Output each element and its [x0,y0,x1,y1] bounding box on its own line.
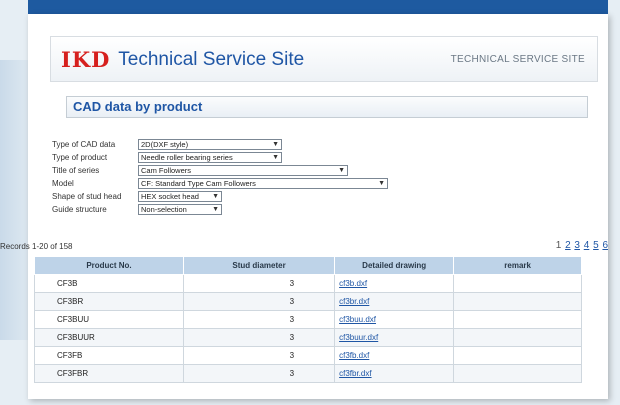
table-row: CF3BUUR 3 cf3buur.dxf [34,328,582,347]
drawing-link[interactable]: cf3br.dxf [339,297,369,306]
table-row: CF3B 3 cf3b.dxf [34,274,582,293]
stud-cell: 3 [182,274,336,293]
remark-cell [453,346,582,365]
column-header-drawing: Detailed drawing [334,256,455,275]
cad-type-select[interactable]: 2D(DXF style) ▼ [138,139,282,150]
drawing-cell: cf3fbr.dxf [334,364,455,383]
pagination: 1 2 3 4 5 6 [555,240,608,251]
records-count: Records 1-20 of 158 [0,242,73,251]
filter-row: Title of series Cam Followers ▼ [52,164,388,177]
product-cell: CF3FBR [34,364,184,383]
page-link[interactable]: 6 [602,240,608,251]
filter-label-model: Model [52,179,74,188]
filter-row: Model CF: Standard Type Cam Followers ▼ [52,177,388,190]
remark-cell [453,310,582,329]
drawing-link[interactable]: cf3fb.dxf [339,351,369,360]
page-link[interactable]: 2 [565,240,571,251]
series-select[interactable]: Cam Followers ▼ [138,165,348,176]
drawing-link[interactable]: cf3b.dxf [339,279,367,288]
chevron-down-icon: ▼ [212,206,219,213]
drawing-link[interactable]: cf3buur.dxf [339,333,378,342]
table-row: CF3BUU 3 cf3buu.dxf [34,310,582,329]
remark-cell [453,292,582,311]
select-value: Cam Followers [141,166,192,175]
stud-cell: 3 [182,310,336,329]
filter-form: Type of CAD data 2D(DXF style) ▼ Type of… [52,138,388,216]
chevron-down-icon: ▼ [272,154,279,161]
select-value: HEX socket head [141,192,199,201]
guide-structure-select[interactable]: Non-selection ▼ [138,204,222,215]
product-type-select[interactable]: Needle roller bearing series ▼ [138,152,282,163]
filter-label-product-type: Type of product [52,153,108,162]
product-cell: CF3BUU [34,310,184,329]
filter-row: Type of CAD data 2D(DXF style) ▼ [52,138,388,151]
header-tagline: TECHNICAL SERVICE SITE [450,54,585,65]
brand-logo: IKD [61,47,111,72]
select-value: Needle roller bearing series [141,153,233,162]
filter-label-stud-head: Shape of stud head [52,192,122,201]
table-row: CF3BR 3 cf3br.dxf [34,292,582,311]
filter-row: Type of product Needle roller bearing se… [52,151,388,164]
chevron-down-icon: ▼ [378,180,385,187]
chevron-down-icon: ▼ [212,193,219,200]
select-value: CF: Standard Type Cam Followers [141,179,256,188]
remark-cell [453,328,582,347]
table-header-row: Product No. Stud diameter Detailed drawi… [34,256,582,275]
select-value: Non-selection [141,205,187,214]
brand[interactable]: IKD Technical Service Site [61,47,304,72]
drawing-cell: cf3buu.dxf [334,310,455,329]
drawing-cell: cf3br.dxf [334,292,455,311]
product-table: Product No. Stud diameter Detailed drawi… [34,256,582,383]
stud-cell: 3 [182,328,336,347]
table-row: CF3FB 3 cf3fb.dxf [34,346,582,365]
remark-cell [453,364,582,383]
page-link[interactable]: 3 [574,240,580,251]
filter-label-cad-type: Type of CAD data [52,140,116,149]
table-row: CF3FBR 3 cf3fbr.dxf [34,364,582,383]
drawing-cell: cf3b.dxf [334,274,455,293]
remark-cell [453,274,582,293]
column-header-product: Product No. [34,256,184,275]
product-cell: CF3B [34,274,184,293]
page-link[interactable]: 5 [593,240,599,251]
site-title: Technical Service Site [118,48,305,70]
chevron-down-icon: ▼ [272,141,279,148]
stud-head-select[interactable]: HEX socket head ▼ [138,191,222,202]
page-link[interactable]: 4 [584,240,590,251]
filter-row: Shape of stud head HEX socket head ▼ [52,190,388,203]
product-cell: CF3BUUR [34,328,184,347]
top-bar [28,0,608,14]
stud-cell: 3 [182,292,336,311]
product-cell: CF3FB [34,346,184,365]
column-header-stud: Stud diameter [182,256,336,275]
page-current: 1 [555,240,562,251]
site-header: IKD Technical Service Site TECHNICAL SER… [50,36,598,82]
filter-label-series: Title of series [52,166,100,175]
stud-cell: 3 [182,346,336,365]
select-value: 2D(DXF style) [141,140,189,149]
section-title: CAD data by product [66,96,588,118]
drawing-cell: cf3buur.dxf [334,328,455,347]
filter-label-guide: Guide structure [52,205,107,214]
chevron-down-icon: ▼ [338,167,345,174]
product-cell: CF3BR [34,292,184,311]
column-header-remark: remark [453,256,582,275]
stud-cell: 3 [182,364,336,383]
model-select[interactable]: CF: Standard Type Cam Followers ▼ [138,178,388,189]
drawing-link[interactable]: cf3fbr.dxf [339,369,371,378]
filter-row: Guide structure Non-selection ▼ [52,203,388,216]
drawing-link[interactable]: cf3buu.dxf [339,315,376,324]
drawing-cell: cf3fb.dxf [334,346,455,365]
